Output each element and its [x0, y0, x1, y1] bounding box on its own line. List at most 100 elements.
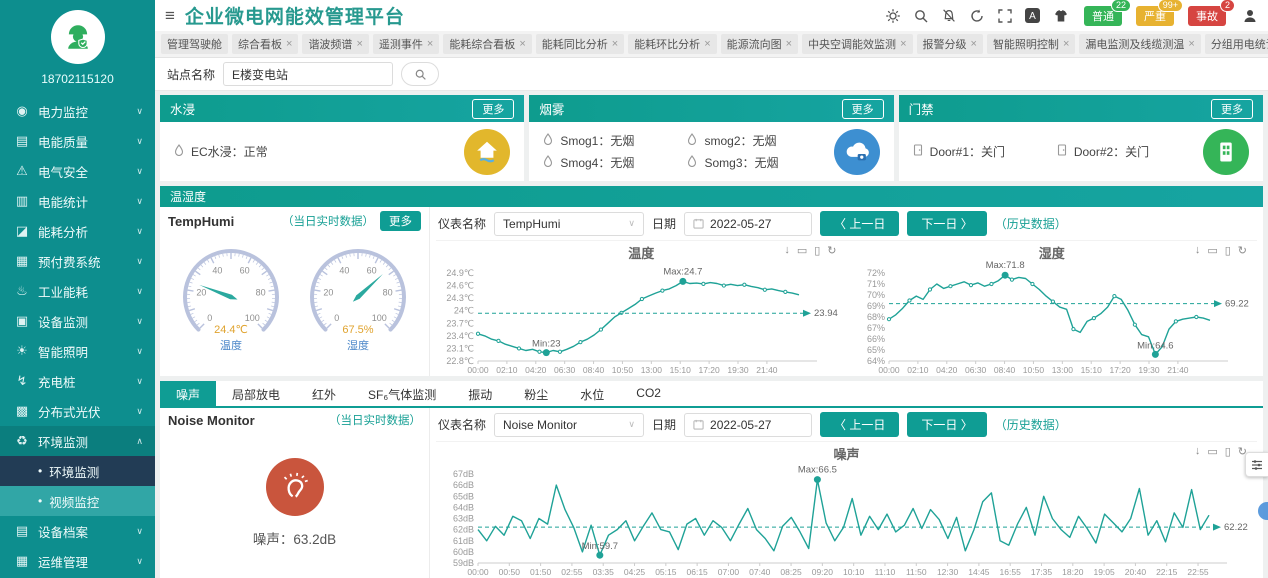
- restore-icon[interactable]: ▭: [797, 244, 807, 257]
- env-tab-噪声[interactable]: 噪声: [160, 381, 216, 406]
- alarm-badge-事故[interactable]: 事故2: [1188, 6, 1226, 26]
- sidebar-item-环境监测[interactable]: ♻环境监测∧: [0, 426, 155, 456]
- gear-icon[interactable]: [884, 7, 901, 24]
- sidebar-item-设备档案[interactable]: ▤设备档案∨: [0, 516, 155, 546]
- download-icon[interactable]: ↓: [1195, 445, 1201, 458]
- temperature-chart-plot: 24.9℃24.6℃24.3℃24℃23.7℃23.4℃23.1℃22.8℃00…: [436, 259, 847, 376]
- download-icon[interactable]: ↓: [784, 244, 790, 257]
- env-tab-CO2[interactable]: CO2: [620, 381, 677, 406]
- site-name-input[interactable]: [223, 62, 393, 86]
- sidebar-item-运维管理[interactable]: ▦运维管理∨: [0, 546, 155, 576]
- env-tab-粉尘[interactable]: 粉尘: [508, 381, 564, 406]
- tab-智能照明控制[interactable]: 智能照明控制×: [987, 34, 1075, 54]
- close-icon[interactable]: ×: [1188, 38, 1194, 50]
- date-picker[interactable]: 2022-05-27: [684, 413, 812, 437]
- date-picker[interactable]: 2022-05-27: [684, 212, 812, 236]
- sidebar-subitem-环境监测[interactable]: •环境监测: [0, 456, 155, 486]
- chevron-down-icon: ∨: [136, 526, 143, 537]
- close-icon[interactable]: ×: [612, 38, 618, 50]
- close-icon[interactable]: ×: [356, 38, 362, 50]
- engineer-avatar-icon: [61, 20, 95, 54]
- sidebar-item-电力监控[interactable]: ◉电力监控∨: [0, 96, 155, 126]
- tab-报警分级[interactable]: 报警分级×: [917, 34, 983, 54]
- close-icon[interactable]: ×: [971, 38, 977, 50]
- env-tab-振动[interactable]: 振动: [452, 381, 508, 406]
- user-icon[interactable]: [1241, 7, 1258, 24]
- alarm-badge-严重[interactable]: 严重99+: [1136, 6, 1174, 26]
- tab-谐波频谱[interactable]: 谐波频谱×: [302, 34, 368, 54]
- close-icon[interactable]: ×: [286, 38, 292, 50]
- refresh-icon[interactable]: [968, 7, 985, 24]
- next-day-button[interactable]: 下一日 〉: [907, 412, 986, 437]
- sidebar-item-电气安全[interactable]: ⚠电气安全∨: [0, 156, 155, 186]
- panel-more-button[interactable]: 更多: [842, 99, 884, 119]
- site-search-button[interactable]: [401, 62, 439, 86]
- hamburger-icon[interactable]: ≡: [165, 6, 175, 26]
- tab-中央空调能效监测[interactable]: 中央空调能效监测×: [802, 34, 912, 54]
- tab-能耗同比分析[interactable]: 能耗同比分析×: [536, 34, 624, 54]
- translate-icon[interactable]: A: [1024, 7, 1041, 24]
- search-icon[interactable]: [912, 7, 929, 24]
- env-tab-红外[interactable]: 红外: [296, 381, 352, 406]
- close-icon[interactable]: ×: [427, 38, 433, 50]
- panel-items: Door#1：关门Door#2：关门: [913, 143, 1195, 160]
- save-image-icon[interactable]: ▯: [814, 244, 820, 257]
- save-image-icon[interactable]: ▯: [1225, 445, 1231, 458]
- sidebar-subitem-视频监控[interactable]: •视频监控: [0, 486, 155, 516]
- alarm-badge-普通[interactable]: 普通22: [1084, 6, 1122, 26]
- env-tab-水位[interactable]: 水位: [564, 381, 620, 406]
- refresh-icon[interactable]: ↻: [827, 244, 836, 257]
- sidebar-item-工业能耗[interactable]: ♨工业能耗∨: [0, 276, 155, 306]
- restore-icon[interactable]: ▭: [1207, 244, 1217, 257]
- prev-day-button[interactable]: 〈 上一日: [820, 412, 899, 437]
- meter-select[interactable]: TempHumi ∨: [494, 212, 644, 236]
- sidebar-item-label: 电能质量: [38, 132, 136, 151]
- sidebar-item-充电桩[interactable]: ↯充电桩∨: [0, 366, 155, 396]
- tab-漏电监测及线缆测温[interactable]: 漏电监测及线缆测温×: [1079, 34, 1200, 54]
- avatar[interactable]: [51, 10, 105, 64]
- close-icon[interactable]: ×: [786, 38, 792, 50]
- env-tab-局部放电[interactable]: 局部放电: [216, 381, 296, 406]
- settings-handle[interactable]: [1245, 452, 1268, 477]
- svg-text:15:10: 15:10: [1080, 365, 1102, 375]
- refresh-icon[interactable]: ↻: [1238, 244, 1247, 257]
- mute-bell-icon[interactable]: [940, 7, 957, 24]
- history-data-link[interactable]: （历史数据）: [995, 215, 1067, 232]
- sidebar-item-电能统计[interactable]: ▥电能统计∨: [0, 186, 155, 216]
- tab-能源流向图[interactable]: 能源流向图×: [721, 34, 798, 54]
- tab-分组用电统计[interactable]: 分组用电统计×: [1205, 34, 1268, 54]
- temphumi-more-button[interactable]: 更多: [380, 211, 421, 231]
- sidebar-item-能耗分析[interactable]: ◪能耗分析∨: [0, 216, 155, 246]
- noise-chart: 噪声 ↓▭▯↻ 67dB66dB65dB64dB63dB62dB61dB60dB…: [436, 442, 1257, 578]
- tab-能耗综合看板[interactable]: 能耗综合看板×: [443, 34, 531, 54]
- download-icon[interactable]: ↓: [1195, 244, 1201, 257]
- history-data-link[interactable]: （历史数据）: [995, 416, 1067, 433]
- tab-综合看板[interactable]: 综合看板×: [232, 34, 298, 54]
- close-icon[interactable]: ×: [900, 38, 906, 50]
- sidebar-item-设备监测[interactable]: ▣设备监测∨: [0, 306, 155, 336]
- svg-text:03:35: 03:35: [593, 567, 615, 577]
- panel-more-button[interactable]: 更多: [1211, 99, 1253, 119]
- noise-current-value: 噪声：63.2dB: [253, 528, 336, 548]
- save-image-icon[interactable]: ▯: [1225, 244, 1231, 257]
- env-tab-SF₆气体监测[interactable]: SF₆气体监测: [352, 381, 452, 406]
- fullscreen-icon[interactable]: [996, 7, 1013, 24]
- svg-text:Max:66.5: Max:66.5: [798, 465, 837, 476]
- tab-遥测事件[interactable]: 遥测事件×: [373, 34, 439, 54]
- restore-icon[interactable]: ▭: [1207, 445, 1217, 458]
- tab-管理驾驶舱[interactable]: 管理驾驶舱: [161, 34, 228, 54]
- tab-能耗环比分析[interactable]: 能耗环比分析×: [628, 34, 716, 54]
- next-day-button[interactable]: 下一日 〉: [907, 211, 986, 236]
- svg-text:17:20: 17:20: [698, 365, 720, 375]
- close-icon[interactable]: ×: [704, 38, 710, 50]
- close-icon[interactable]: ×: [519, 38, 525, 50]
- sidebar-item-分布式光伏[interactable]: ▩分布式光伏∨: [0, 396, 155, 426]
- sidebar-item-预付费系统[interactable]: ▦预付费系统∨: [0, 246, 155, 276]
- sidebar-item-智能照明[interactable]: ☀智能照明∨: [0, 336, 155, 366]
- meter-select[interactable]: Noise Monitor ∨: [494, 413, 644, 437]
- prev-day-button[interactable]: 〈 上一日: [820, 211, 899, 236]
- close-icon[interactable]: ×: [1063, 38, 1069, 50]
- panel-more-button[interactable]: 更多: [472, 99, 514, 119]
- sidebar-item-电能质量[interactable]: ▤电能质量∨: [0, 126, 155, 156]
- theme-shirt-icon[interactable]: [1052, 7, 1069, 24]
